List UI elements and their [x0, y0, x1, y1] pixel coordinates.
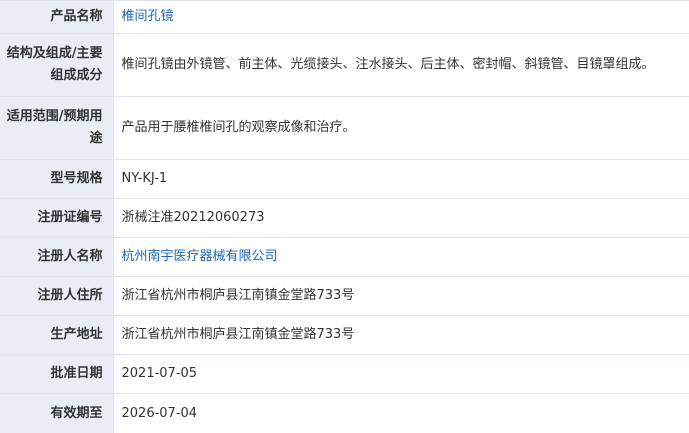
value-model: NY-KJ-1 — [113, 159, 689, 199]
table-row-registrant-name: 注册人名称 杭州南宇医疗器械有限公司 — [0, 237, 689, 277]
table-row-production-address: 生产地址 浙江省杭州市桐庐县江南镇金堂路733号 — [0, 315, 689, 355]
value-valid-until: 2026-07-04 — [113, 393, 689, 433]
label-production-address: 生产地址 — [0, 315, 114, 355]
label-model: 型号规格 — [0, 159, 114, 199]
product-spec-table: 产品名称 椎间孔镜 结构及组成/主要组成成分 椎间孔镜由外镜管、前主体、光缆接头… — [0, 0, 689, 433]
label-registrant-address: 注册人住所 — [0, 276, 114, 316]
label-registrant-name: 注册人名称 — [0, 237, 114, 277]
table-row-model: 型号规格 NY-KJ-1 — [0, 159, 689, 199]
registrant-name-link[interactable]: 杭州南宇医疗器械有限公司 — [122, 249, 278, 264]
label-product-name: 产品名称 — [0, 0, 114, 34]
value-intended-use: 产品用于腰椎椎间孔的观察成像和治疗。 — [113, 96, 689, 160]
value-approval-date: 2021-07-05 — [113, 354, 689, 394]
product-name-link[interactable]: 椎间孔镜 — [122, 9, 174, 24]
label-registration-number: 注册证编号 — [0, 198, 114, 238]
value-composition: 椎间孔镜由外镜管、前主体、光缆接头、注水接头、后主体、密封帽、斜镜管、目镜罩组成… — [113, 33, 689, 97]
label-intended-use: 适用范围/预期用途 — [0, 96, 114, 160]
table-row-product-name: 产品名称 椎间孔镜 — [0, 0, 689, 34]
table-row-registrant-address: 注册人住所 浙江省杭州市桐庐县江南镇金堂路733号 — [0, 276, 689, 316]
table-row-composition: 结构及组成/主要组成成分 椎间孔镜由外镜管、前主体、光缆接头、注水接头、后主体、… — [0, 33, 689, 97]
value-registrant-address: 浙江省杭州市桐庐县江南镇金堂路733号 — [113, 276, 689, 316]
value-registrant-name-cell[interactable]: 杭州南宇医疗器械有限公司 — [113, 237, 689, 277]
label-valid-until: 有效期至 — [0, 393, 114, 433]
table-row-intended-use: 适用范围/预期用途 产品用于腰椎椎间孔的观察成像和治疗。 — [0, 96, 689, 160]
label-composition: 结构及组成/主要组成成分 — [0, 33, 114, 97]
value-production-address: 浙江省杭州市桐庐县江南镇金堂路733号 — [113, 315, 689, 355]
table-row-approval-date: 批准日期 2021-07-05 — [0, 354, 689, 394]
value-registration-number: 浙械注准20212060273 — [113, 198, 689, 238]
table-row-valid-until: 有效期至 2026-07-04 — [0, 393, 689, 433]
label-approval-date: 批准日期 — [0, 354, 114, 394]
value-product-name-cell[interactable]: 椎间孔镜 — [113, 0, 689, 34]
table-row-registration-number: 注册证编号 浙械注准20212060273 — [0, 198, 689, 238]
